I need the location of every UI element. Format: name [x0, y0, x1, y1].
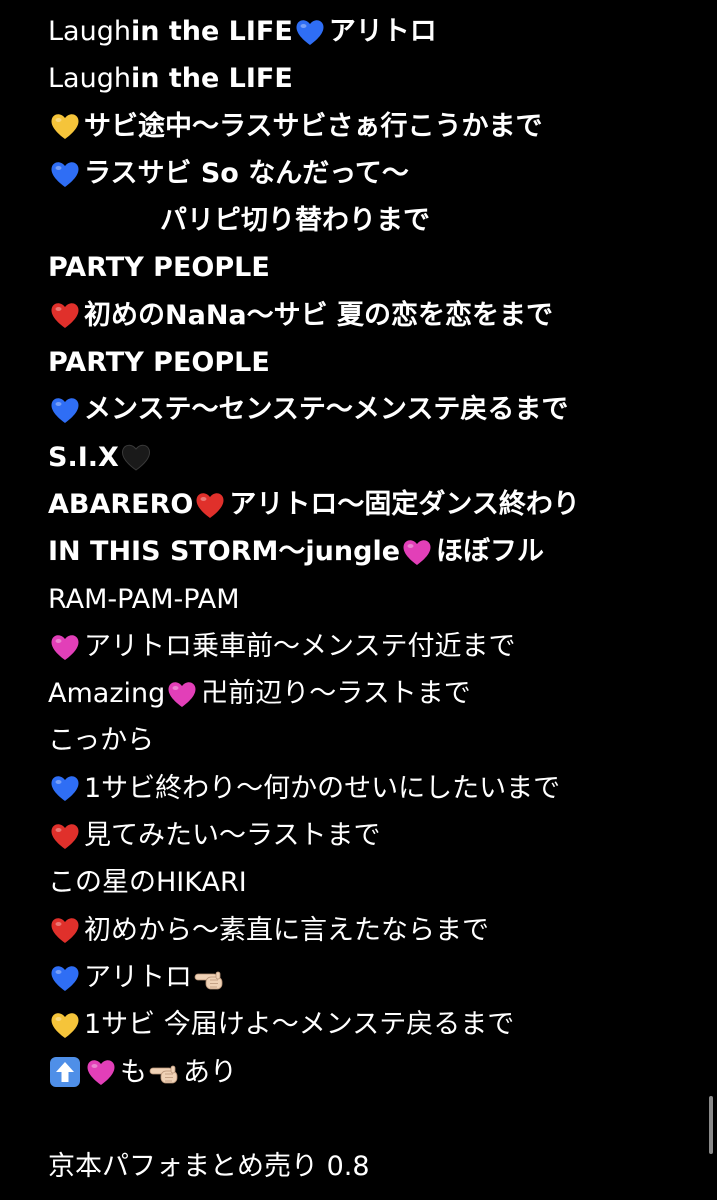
note-text: アリトロ乗車前〜メンステ付近まで [84, 630, 516, 662]
pointing-hand-icon [192, 961, 226, 995]
yellow-heart-icon [48, 109, 82, 143]
up-arrow-icon [48, 1055, 82, 1089]
note-text: 1サビ終わり〜何かのせいにしたいまで [84, 772, 561, 804]
pink-heart-icon [165, 677, 199, 711]
note-line: アリトロ乗車前〜メンステ付近まで [48, 623, 708, 670]
note-line: こっから [48, 717, 708, 764]
note-line: サビ途中〜ラスサビさぁ行こうかまで [48, 103, 708, 150]
note-line: RAM-PAM-PAM [48, 576, 708, 623]
blue-heart-icon [48, 771, 82, 805]
blue-heart-icon [48, 961, 82, 995]
note-line: メンステ〜センステ〜メンステ戻るまで [48, 386, 708, 433]
note-text: 京本パフォまとめ売り 0.8 [48, 1151, 370, 1183]
note-line: S.I.X [48, 434, 708, 481]
note-line: も あり [48, 1049, 708, 1096]
note-text: パリピ切り替わりまで [160, 205, 430, 237]
note-text: PARTY PEOPLE [48, 252, 270, 284]
note-text: 初めのNaNa〜サビ 夏の恋を恋をまで [84, 299, 554, 331]
note-line: Laugh in the LIFE アリトロ [48, 8, 708, 55]
note-line: 初めのNaNa〜サビ 夏の恋を恋をまで [48, 292, 708, 339]
note-line: Amazing 卍前辺り〜ラストまで [48, 670, 708, 717]
note-text: Laugh [48, 63, 131, 95]
red-heart-icon [48, 298, 82, 332]
note-text: ほぼフル [436, 536, 545, 568]
note-line: 1サビ終わり〜何かのせいにしたいまで [48, 765, 708, 812]
note-text: IN THIS STORM〜jungle [48, 536, 401, 568]
note-line: 見てみたい〜ラストまで [48, 812, 708, 859]
note-text: RAM-PAM-PAM [48, 583, 240, 615]
note-line: 京本パフォまとめ売り 0.8 [48, 1143, 708, 1190]
note-text: in the LIFE [130, 63, 293, 95]
red-heart-icon [48, 913, 82, 947]
note-text: Laugh [48, 16, 131, 47]
blue-heart-icon [293, 15, 327, 49]
note-line: Laugh in the LIFE [48, 55, 708, 102]
note-body: Laugh in the LIFE アリトロ Laugh in the LIFE… [48, 8, 708, 1190]
note-text: Amazing [48, 678, 166, 710]
note-text: 1サビ 今届けよ〜メンステ戻るまで [84, 1009, 515, 1041]
note-text: 見てみたい〜ラストまで [84, 820, 381, 852]
note-text: サビ途中〜ラスサビさぁ行こうかまで [84, 110, 543, 142]
yellow-heart-icon [48, 1008, 82, 1042]
pointing-hand-icon [147, 1055, 181, 1089]
note-line: ABARERO アリトロ〜固定ダンス終わり [48, 481, 708, 528]
pink-heart-icon [84, 1055, 118, 1089]
blue-heart-icon [48, 393, 82, 427]
black-heart-icon [119, 440, 153, 474]
note-text: S.I.X [48, 441, 119, 473]
red-heart-icon [193, 488, 227, 522]
note-line: IN THIS STORM〜jungle ほぼフル [48, 528, 708, 575]
note-text: メンステ〜センステ〜メンステ戻るまで [84, 394, 569, 426]
note-line: ラスサビ So なんだって〜 [48, 150, 708, 197]
note-line: PARTY PEOPLE [48, 339, 708, 386]
note-line: 1サビ 今届けよ〜メンステ戻るまで [48, 1001, 708, 1048]
note-text: この星のHIKARI [48, 867, 247, 899]
scrollbar[interactable] [709, 1096, 713, 1154]
note-line: パリピ切り替わりまで [48, 197, 708, 244]
note-line: この星のHIKARI [48, 859, 708, 906]
note-line: PARTY PEOPLE [48, 244, 708, 291]
note-text: も [120, 1056, 147, 1088]
note-text: in the LIFE [130, 16, 293, 47]
note-text: アリトロ〜固定ダンス終わり [229, 488, 580, 520]
note-text: 初めから〜素直に言えたならまで [84, 914, 489, 946]
blue-heart-icon [48, 157, 82, 191]
note-text: ABARERO [48, 488, 194, 520]
note-text: 卍前辺り〜ラストまで [201, 678, 471, 710]
note-line: アリトロ [48, 954, 708, 1001]
red-heart-icon [48, 819, 82, 853]
note-text: アリトロ [84, 961, 192, 993]
note-text: あり [183, 1056, 237, 1088]
note-line: 初めから〜素直に言えたならまで [48, 907, 708, 954]
note-text: PARTY PEOPLE [48, 347, 270, 379]
note-text: こっから [48, 725, 155, 757]
pink-heart-icon [48, 630, 82, 664]
pink-heart-icon [400, 535, 434, 569]
note-text: ラスサビ So なんだって〜 [84, 157, 409, 189]
note-text: アリトロ [328, 16, 437, 47]
